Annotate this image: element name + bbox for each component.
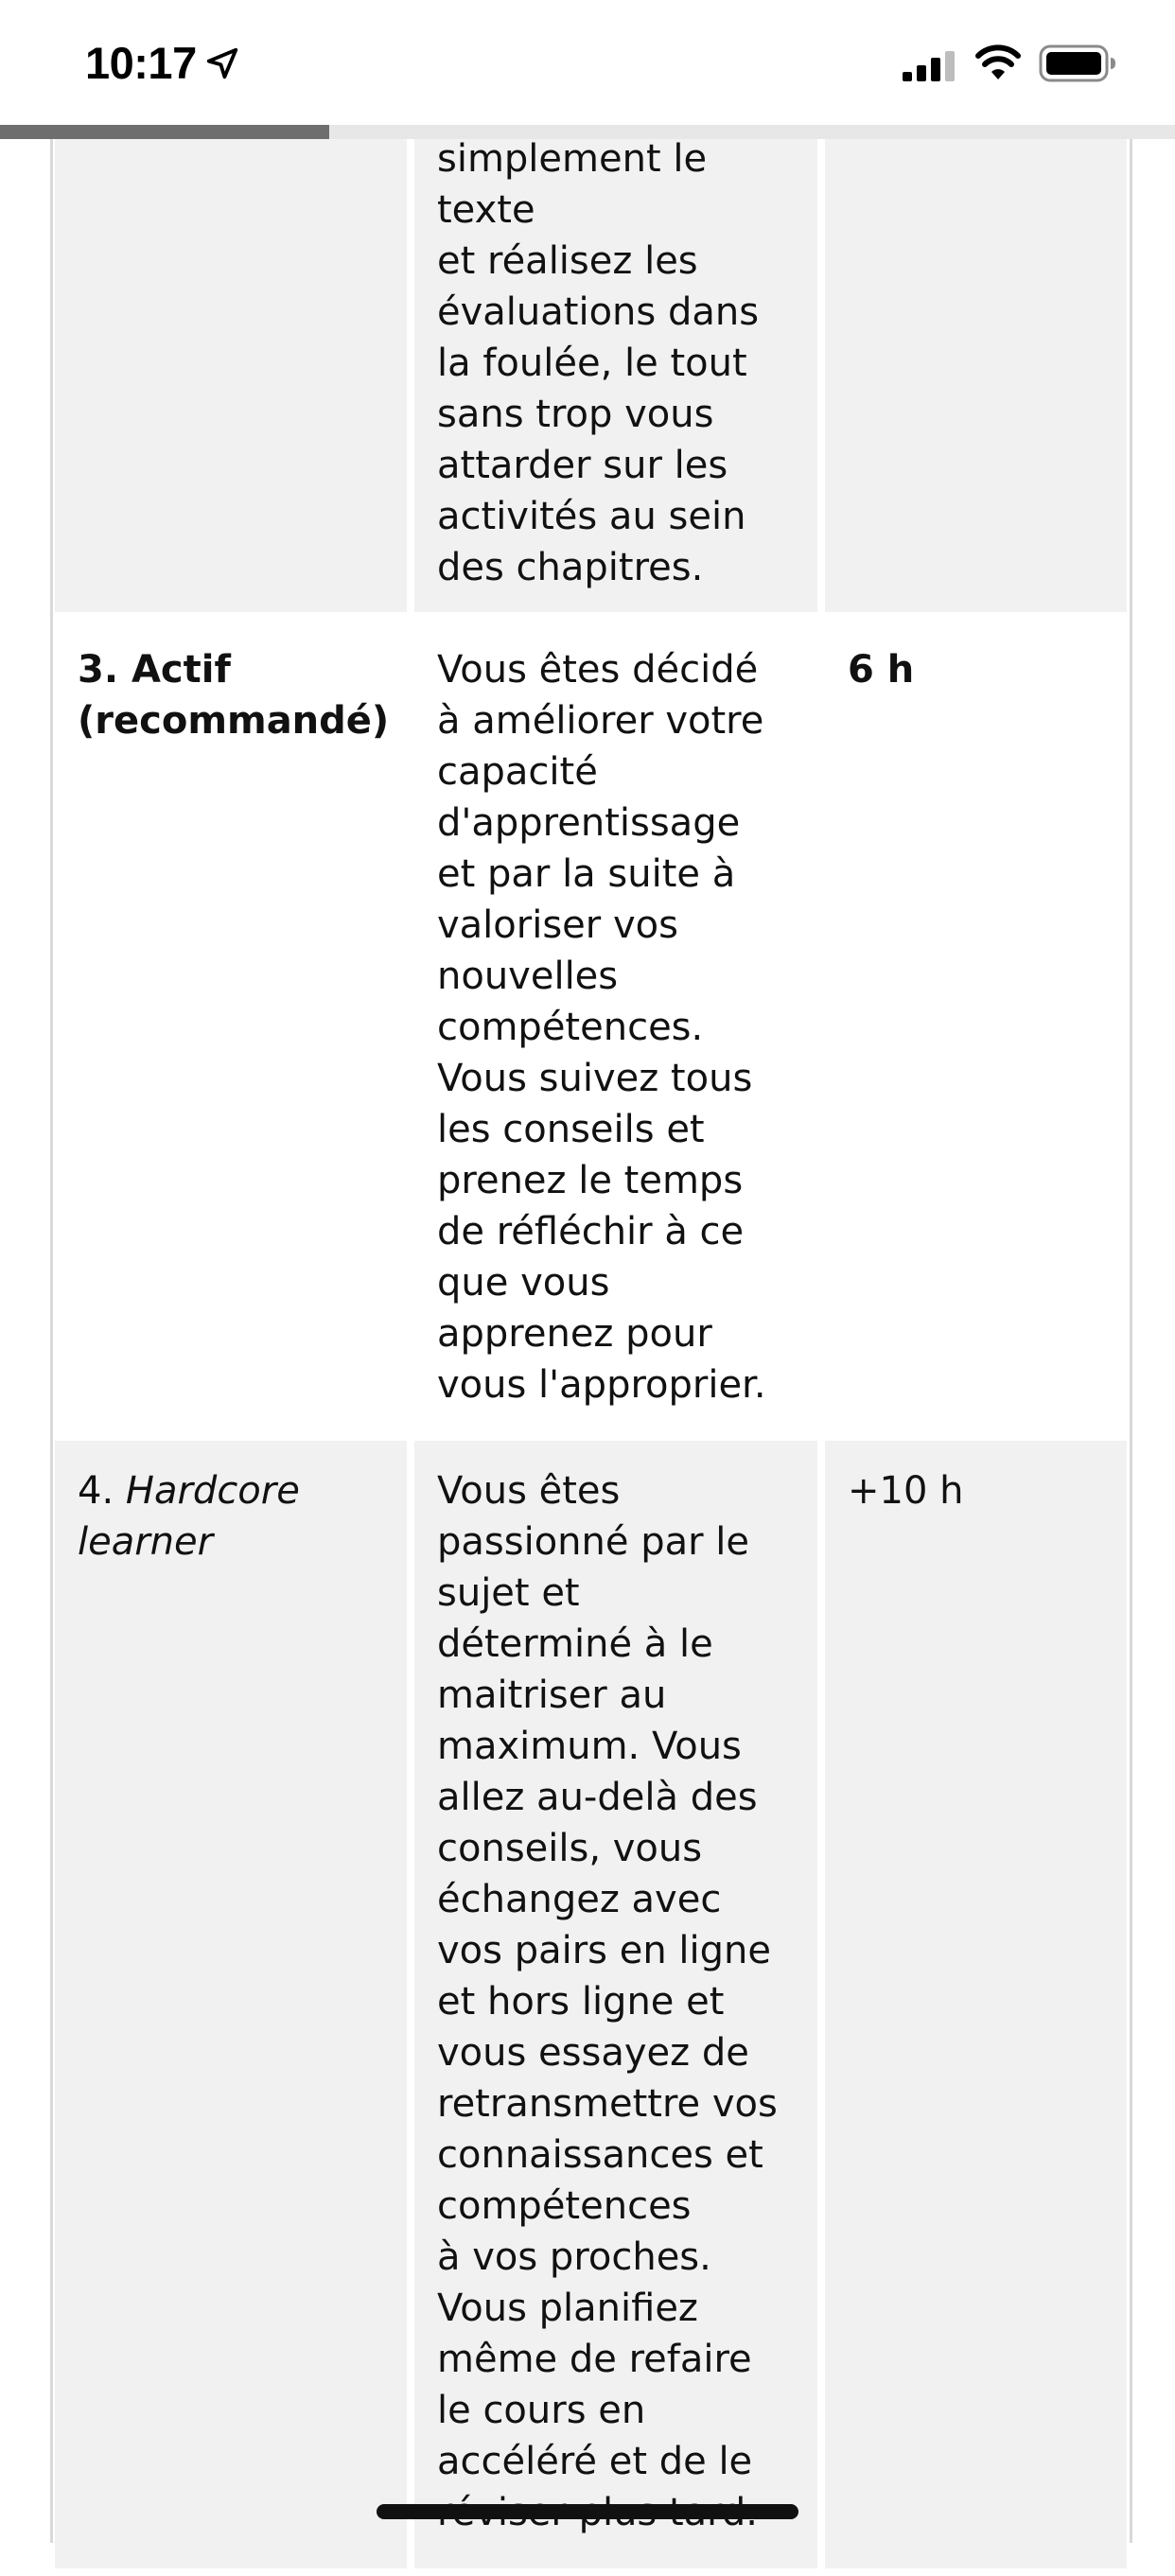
table-cell-description: Vous êtes décidé à améliorer votre capac…	[414, 620, 817, 1433]
level-label: 4. Hardcore learner	[78, 1465, 384, 1568]
status-bar: 10:17	[0, 0, 1175, 125]
table-cell-description: Vous êtes passionné par le sujet et déte…	[414, 1441, 817, 2568]
reading-level-table: simplement le texte et réalisez les éval…	[50, 133, 1132, 2568]
table-cell-time: 6 h	[825, 620, 1127, 1433]
cellular-signal-icon	[903, 51, 955, 81]
table-cell-description: simplement le texte et réalisez les éval…	[414, 133, 817, 612]
table-cell-level	[55, 133, 407, 612]
table-row: 4. Hardcore learner Vous êtes passionné …	[53, 1441, 1130, 2576]
level-label: 3. Actif (recommandé)	[78, 648, 390, 743]
table-cell-time: +10 h	[825, 1441, 1127, 2568]
level-description: simplement le texte et réalisez les éval…	[437, 137, 760, 589]
table-cell-level: 4. Hardcore learner	[55, 1441, 407, 2568]
status-time: 10:17	[85, 38, 197, 88]
wifi-icon	[975, 44, 1021, 79]
level-description: Vous êtes passionné par le sujet et déte…	[437, 1469, 778, 2534]
battery-icon	[1039, 44, 1115, 82]
level-number: 4.	[78, 1469, 114, 1513]
level-description: Vous êtes décidé à améliorer votre capac…	[437, 648, 766, 1407]
level-time: +10 h	[848, 1469, 964, 1513]
reading-progress-fill	[0, 125, 329, 139]
table-cell-time	[825, 133, 1127, 612]
table-row: 3. Actif (recommandé) Vous êtes décidé à…	[53, 620, 1130, 1441]
location-arrow-icon	[206, 47, 238, 79]
reading-progress-bar	[0, 125, 1175, 139]
table-row: simplement le texte et réalisez les éval…	[53, 133, 1130, 620]
home-indicator[interactable]	[377, 2504, 798, 2519]
level-time: 6 h	[848, 648, 915, 692]
table-cell-level: 3. Actif (recommandé)	[55, 620, 407, 1433]
